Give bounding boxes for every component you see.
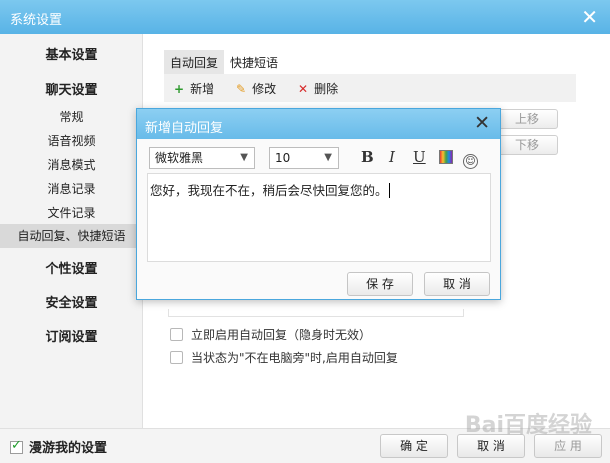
sidebar-item-security[interactable]: 安全设置	[0, 292, 143, 311]
color-swatch	[439, 150, 453, 164]
dialog-title: 新增自动回复	[145, 121, 224, 136]
settings-window: 系统设置 ✕ 基本设置 聊天设置 常规 语音视频 消息模式 消息记录 文件记录 …	[0, 0, 610, 463]
reply-text-editor[interactable]: 您好，我现在不在，稍后会尽快回复您的。	[147, 173, 491, 262]
sidebar-item-chat[interactable]: 聊天设置	[0, 79, 143, 98]
sidebar-item-general[interactable]: 常规	[0, 108, 143, 125]
font-family-value: 微软雅黑	[155, 151, 204, 165]
delete-button[interactable]: ✕ 删除	[298, 80, 338, 97]
dialog-cancel-button[interactable]: 取 消	[424, 272, 490, 296]
roam-settings-option[interactable]: 漫游我的设置	[10, 437, 107, 456]
dialog-title-bar: 新增自动回复 ✕	[137, 109, 500, 139]
text-caret	[388, 183, 390, 198]
enable-auto-reply-label: 立即启用自动回复（隐身时无效）	[191, 328, 372, 342]
edit-label: 修改	[252, 82, 277, 96]
roam-settings-label: 漫游我的设置	[29, 441, 108, 456]
sidebar-item-subscription[interactable]: 订阅设置	[0, 326, 143, 345]
move-down-button[interactable]: 下移	[496, 135, 558, 155]
ok-button[interactable]: 确 定	[380, 434, 448, 458]
dialog-save-button[interactable]: 保 存	[347, 272, 413, 296]
window-title: 系统设置	[10, 13, 63, 28]
away-auto-reply-checkbox[interactable]	[170, 351, 183, 364]
roam-settings-checkbox[interactable]	[10, 438, 23, 454]
font-family-select[interactable]: 微软雅黑 ▼	[149, 147, 255, 169]
delete-x-icon: ✕	[298, 82, 309, 96]
plus-icon: +	[174, 82, 185, 96]
chevron-down-icon: ▼	[240, 152, 248, 163]
color-palette-icon[interactable]	[439, 148, 453, 166]
dialog-close-icon[interactable]: ✕	[474, 112, 490, 134]
move-up-button[interactable]: 上移	[496, 109, 558, 129]
sidebar-item-message-mode[interactable]: 消息模式	[0, 156, 143, 173]
close-icon[interactable]: ✕	[581, 5, 598, 29]
font-size-value: 10	[275, 151, 291, 165]
add-button[interactable]: + 新增	[174, 80, 214, 97]
edit-button[interactable]: ✎ 修改	[236, 80, 276, 97]
chevron-down-icon: ▼	[324, 152, 332, 163]
reply-text: 您好，我现在不在，稍后会尽快回复您的。	[150, 183, 388, 198]
bold-icon[interactable]: B	[361, 148, 374, 166]
sidebar-item-personal[interactable]: 个性设置	[0, 258, 143, 277]
add-label: 新增	[190, 82, 215, 96]
tab-auto-reply[interactable]: 自动回复	[164, 50, 225, 75]
sidebar-item-voice-video[interactable]: 语音视频	[0, 132, 143, 149]
tab-quick-phrases[interactable]: 快捷短语	[224, 50, 284, 75]
emoji-icon[interactable]: ☺	[463, 148, 478, 169]
underline-icon[interactable]: U	[413, 148, 426, 166]
sidebar-item-file-history[interactable]: 文件记录	[0, 204, 143, 221]
italic-icon[interactable]: I	[389, 148, 395, 166]
delete-label: 删除	[314, 82, 339, 96]
smile-glyph: ☺	[463, 154, 478, 169]
sidebar: 基本设置 聊天设置 常规 语音视频 消息模式 消息记录 文件记录 自动回复、快捷…	[0, 34, 143, 428]
away-auto-reply-label: 当状态为"不在电脑旁"时,启用自动回复	[191, 351, 398, 365]
title-bar: 系统设置 ✕	[0, 0, 610, 34]
enable-auto-reply-checkbox[interactable]	[170, 328, 183, 341]
reply-list[interactable]	[168, 309, 464, 317]
sidebar-item-basic[interactable]: 基本设置	[0, 44, 143, 63]
font-size-select[interactable]: 10 ▼	[269, 147, 339, 169]
toolbar: + 新增 ✎ 修改 ✕ 删除	[164, 74, 576, 102]
pencil-icon: ✎	[236, 82, 247, 96]
watermark: Bai百度经验	[464, 413, 592, 438]
enable-auto-reply-option[interactable]: 立即启用自动回复（隐身时无效）	[170, 326, 371, 343]
away-auto-reply-option[interactable]: 当状态为"不在电脑旁"时,启用自动回复	[170, 349, 398, 366]
sidebar-item-auto-reply[interactable]: 自动回复、快捷短语	[0, 224, 143, 248]
new-auto-reply-dialog: 新增自动回复 ✕ 微软雅黑 ▼ 10 ▼ B I U ☺ 您好，我现在不在，稍后…	[136, 108, 501, 300]
sidebar-item-message-history[interactable]: 消息记录	[0, 180, 143, 197]
